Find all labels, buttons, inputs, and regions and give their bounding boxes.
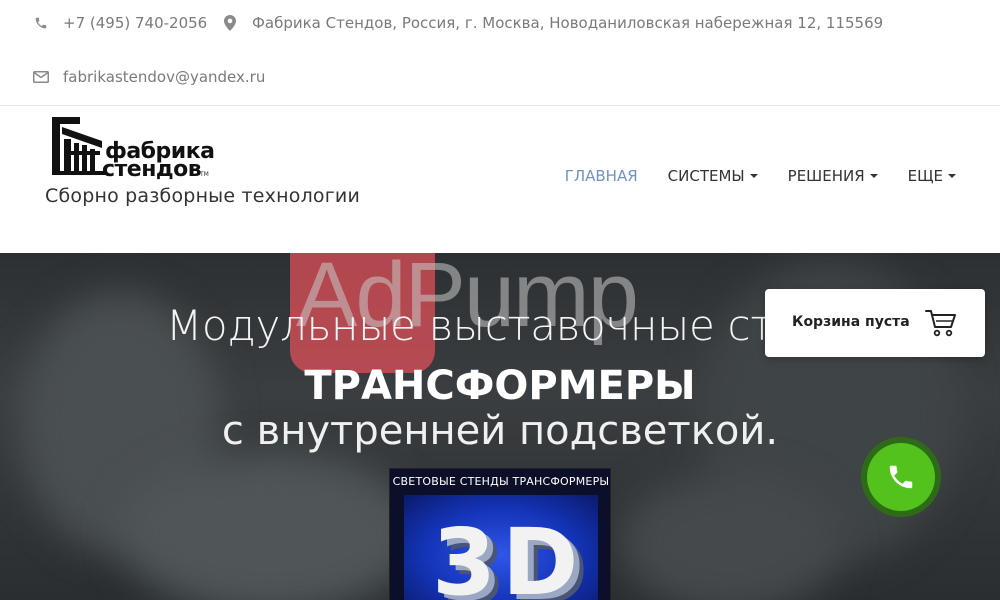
hero-heading-line3: с внутренней подсветкой. <box>221 408 779 454</box>
phone-icon <box>33 15 49 31</box>
logo-trademark: TM <box>200 171 209 178</box>
address-text: Фабрика Стендов, Россия, г. Москва, Ново… <box>252 14 884 32</box>
caret-down-icon <box>749 174 758 178</box>
poster-title: СВЕТОВЫЕ СТЕНДЫ ТРАНСФОРМЕРЫ <box>392 475 610 488</box>
phone-number: +7 (495) 740-2056 <box>63 14 208 32</box>
cart-widget[interactable]: Корзина пуста <box>765 289 985 357</box>
hero-heading-line2: ТРАНСФОРМЕРЫ <box>304 363 696 409</box>
map-marker-icon <box>222 15 238 31</box>
envelope-icon <box>33 69 49 85</box>
poster-graphic: 3D <box>404 495 598 600</box>
main-nav: ГЛАВНАЯ СИСТЕМЫ РЕШЕНИЯ ЕЩЕ <box>565 167 956 185</box>
contact-address: Фабрика Стендов, Россия, г. Москва, Ново… <box>222 14 883 32</box>
nav-item-more[interactable]: ЕЩЕ <box>908 167 956 185</box>
site-header: фабрика стендов TM Сборно разборные техн… <box>0 107 1000 253</box>
caret-down-icon <box>869 174 878 178</box>
nav-item-label: ЕЩЕ <box>907 167 943 185</box>
top-contact-bar: +7 (495) 740-2056 Фабрика Стендов, Росси… <box>0 0 1000 106</box>
nav-item-label: РЕШЕНИЯ <box>787 167 865 185</box>
caret-down-icon <box>948 174 956 178</box>
callback-button-inner <box>867 443 935 511</box>
product-poster-image: СВЕТОВЫЕ СТЕНДЫ ТРАНСФОРМЕРЫ 3D <box>389 468 611 600</box>
callback-button[interactable] <box>861 437 941 517</box>
nav-item-solutions[interactable]: РЕШЕНИЯ <box>788 167 878 185</box>
site-logo[interactable]: фабрика стендов TM <box>50 115 220 182</box>
logo-word-2: стендов <box>102 157 202 182</box>
email-address: fabrikastendov@yandex.ru <box>63 68 266 86</box>
cart-status-label: Корзина пуста <box>792 314 910 330</box>
site-tagline: Сборно разборные технологии <box>45 185 361 207</box>
nav-item-home[interactable]: ГЛАВНАЯ <box>565 167 638 185</box>
nav-item-label: СИСТЕМЫ <box>667 167 745 185</box>
phone-icon <box>889 465 913 489</box>
shopping-cart-icon <box>925 310 956 337</box>
nav-item-systems[interactable]: СИСТЕМЫ <box>668 167 758 185</box>
nav-item-label: ГЛАВНАЯ <box>564 167 638 185</box>
contact-email[interactable]: fabrikastendov@yandex.ru <box>33 68 265 86</box>
contact-phone[interactable]: +7 (495) 740-2056 <box>33 14 207 32</box>
poster-3d-text: 3D <box>432 509 585 600</box>
